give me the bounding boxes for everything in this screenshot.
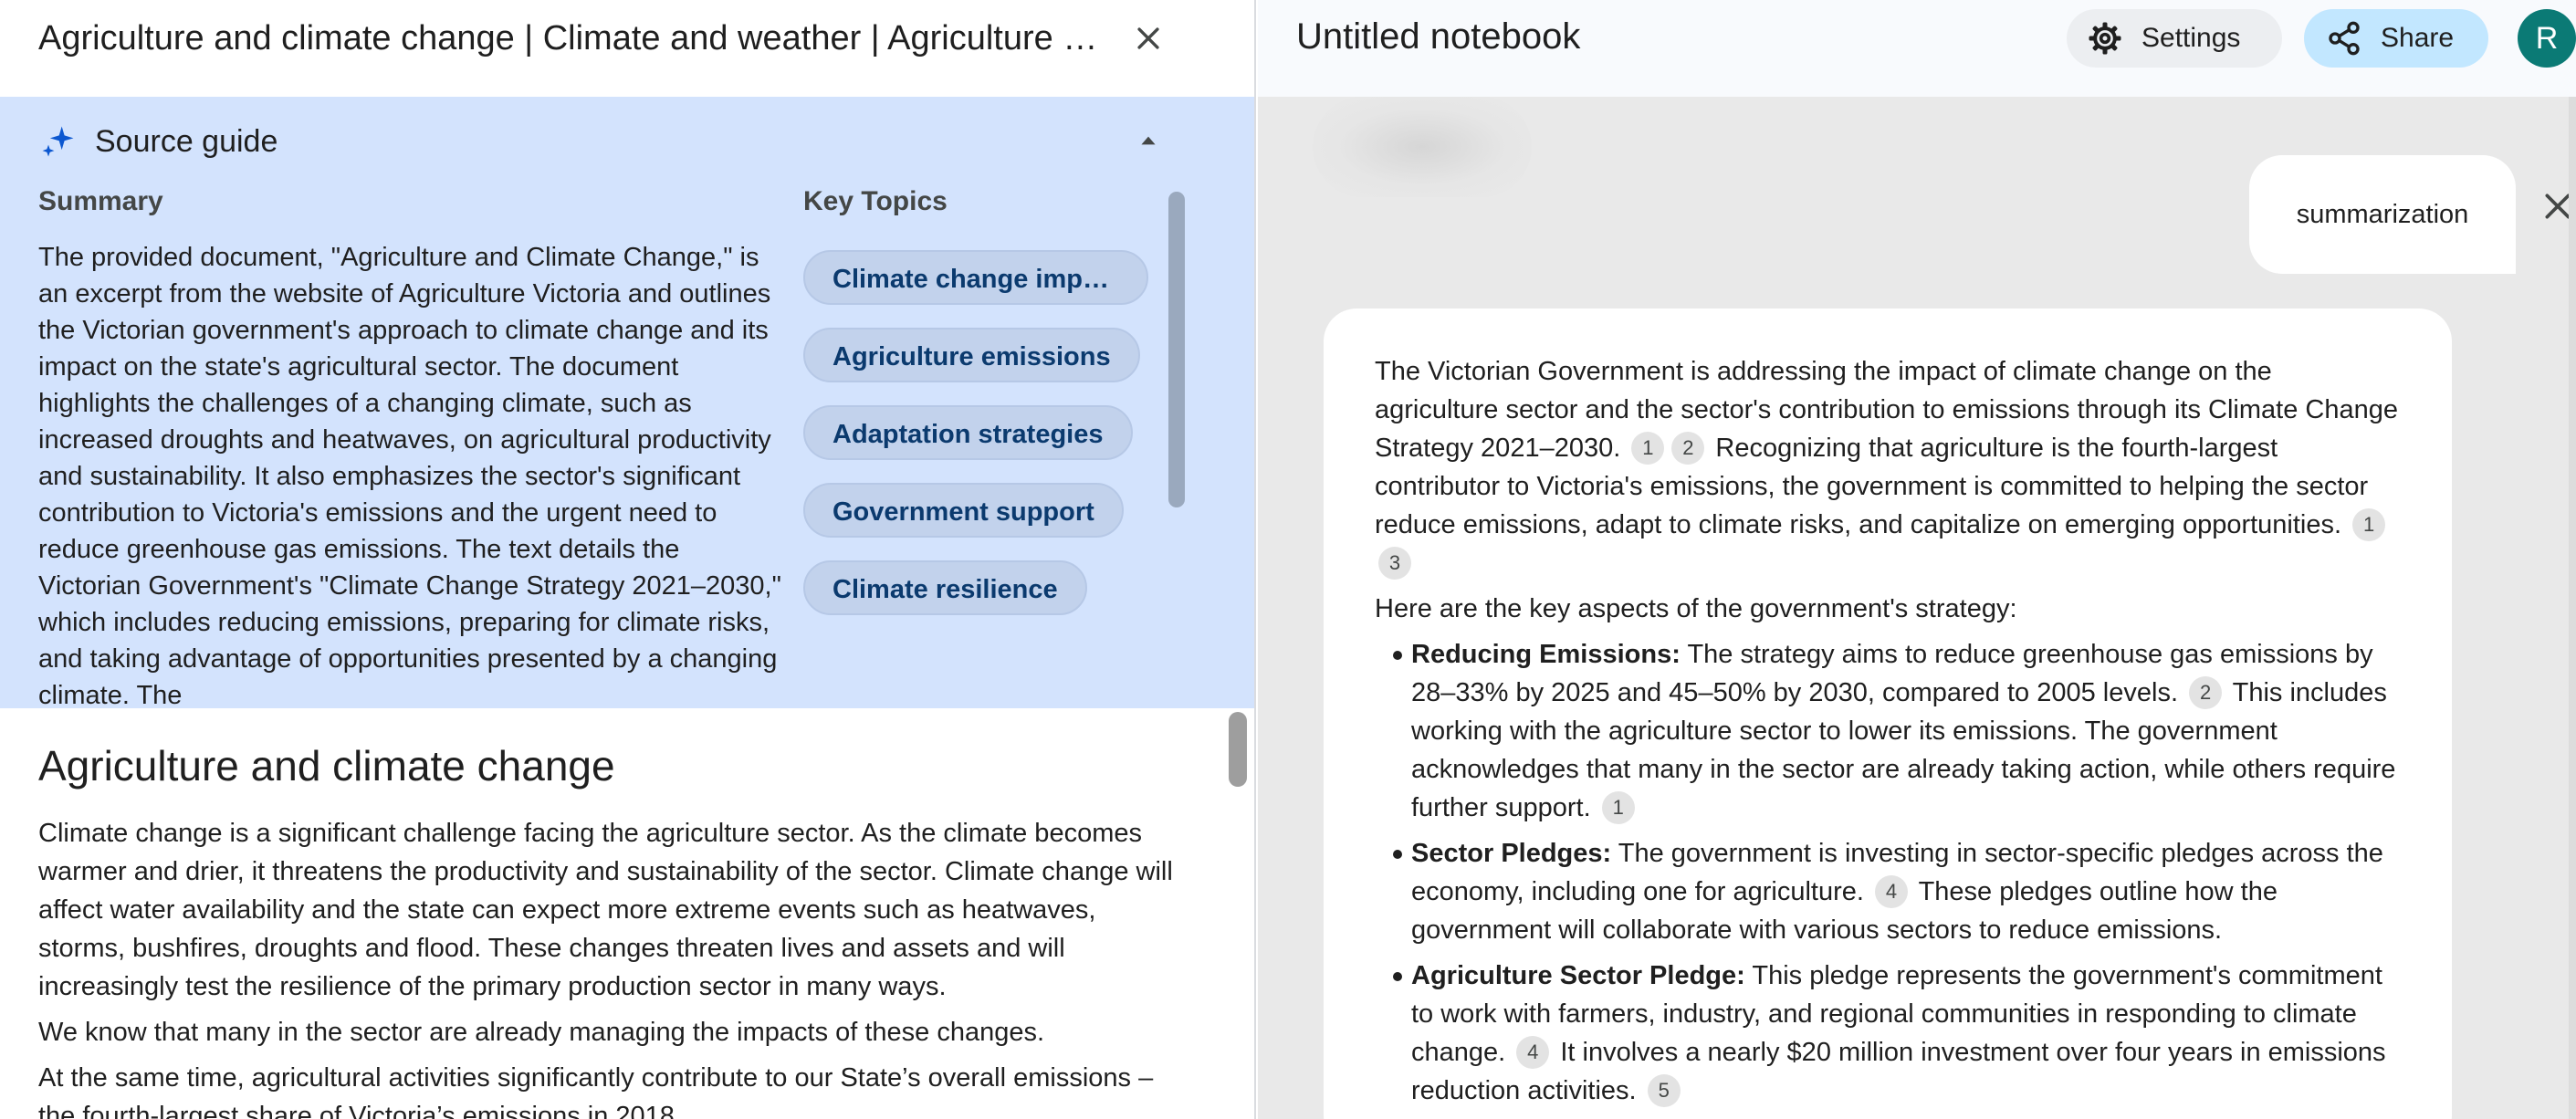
user-query-bubble: summarization [2249,155,2516,274]
article-scrollbar[interactable] [1229,712,1247,787]
share-icon [2329,21,2360,56]
citation-badge[interactable]: 2 [2189,676,2223,709]
blurred-element [1313,97,1532,197]
source-guide-label: Source guide [95,123,278,159]
topic-chip-agriculture-emissions[interactable]: Agriculture emissions [803,328,1140,382]
citation-badge[interactable]: 1 [1601,791,1635,824]
collapse-guide-button[interactable] [1128,120,1168,161]
key-topics-list: Climate change impacts Agriculture emiss… [803,250,1150,638]
response-bullet: Sector Pledges: The government is invest… [1393,834,2401,949]
topic-chip-climate-change-impacts[interactable]: Climate change impacts [803,250,1148,305]
citation-badge[interactable]: 4 [1516,1036,1550,1069]
response-paragraph: Here are the key aspects of the governme… [1375,594,2017,623]
response-paragraph: The Victorian Government is addressing t… [1375,352,2401,582]
key-topics-heading: Key Topics [803,186,948,216]
ai-response-card: The Victorian Government is addressing t… [1324,309,2452,1119]
caret-up-icon [1141,136,1156,145]
gear-icon [2089,22,2121,55]
topics-scrollbar[interactable] [1168,192,1185,507]
article-title: Agriculture and climate change [38,742,615,790]
citation-badge[interactable]: 5 [1647,1074,1681,1107]
notebook-topbar: Untitled notebook Settings Share R [1258,0,2576,97]
response-text: It involves a nearly $20 million investm… [1411,1038,2386,1105]
close-icon [1137,27,1159,49]
notebook-panel: Untitled notebook Settings Share R summa… [1258,0,2576,1119]
bullet-title: Sector Pledges: [1411,839,1612,868]
bullet-title: Reducing Emissions: [1411,640,1681,669]
topic-chip-adaptation-strategies[interactable]: Adaptation strategies [803,405,1133,460]
citation-badge[interactable]: 2 [1671,432,1705,465]
notebook-title[interactable]: Untitled notebook [1296,16,1580,58]
citation-badge[interactable]: 4 [1875,875,1909,908]
summary-text: The provided document, "Agriculture and … [38,243,781,708]
settings-button[interactable]: Settings [2067,9,2282,68]
response-bullet: Agriculture Sector Pledge: This pledge r… [1393,957,2401,1110]
notebook-scrollbar[interactable] [2569,97,2576,1119]
article-body: Climate change is a significant challeng… [38,814,1189,1119]
bullet-title: Agriculture Sector Pledge: [1411,961,1745,990]
share-button[interactable]: Share [2304,9,2488,68]
topic-chip-government-support[interactable]: Government support [803,483,1124,538]
topic-chip-climate-resilience[interactable]: Climate resilience [803,560,1087,615]
response-bullet-list: Reducing Emissions: The strategy aims to… [1393,635,2401,1110]
source-guide-header[interactable]: Source guide [38,117,277,166]
article-paragraph: At the same time, agricultural activitie… [38,1063,1154,1119]
citation-badge[interactable]: 1 [1631,432,1665,465]
citation-badge[interactable]: 3 [1378,547,1411,580]
avatar[interactable]: R [2518,9,2576,68]
source-guide: Source guide Summary The provided docume… [0,97,1254,708]
settings-label: Settings [2141,23,2241,53]
share-label: Share [2381,23,2455,53]
source-panel: Agriculture and climate change | Climate… [0,0,1256,1119]
close-source-button[interactable] [1125,15,1172,62]
sparkle-icon [42,126,74,157]
summary-heading: Summary [38,186,163,216]
source-article: Agriculture and climate change Climate c… [0,708,1254,1119]
source-title: Agriculture and climate change | Climate… [38,19,1115,58]
article-paragraph: We know that many in the sector are alre… [38,1018,1045,1047]
source-header: Agriculture and climate change | Climate… [0,0,1254,97]
citation-badge[interactable]: 1 [2352,508,2386,541]
article-paragraph: Climate change is a significant challeng… [38,819,1173,1001]
response-bullet: Reducing Emissions: The strategy aims to… [1393,635,2401,827]
